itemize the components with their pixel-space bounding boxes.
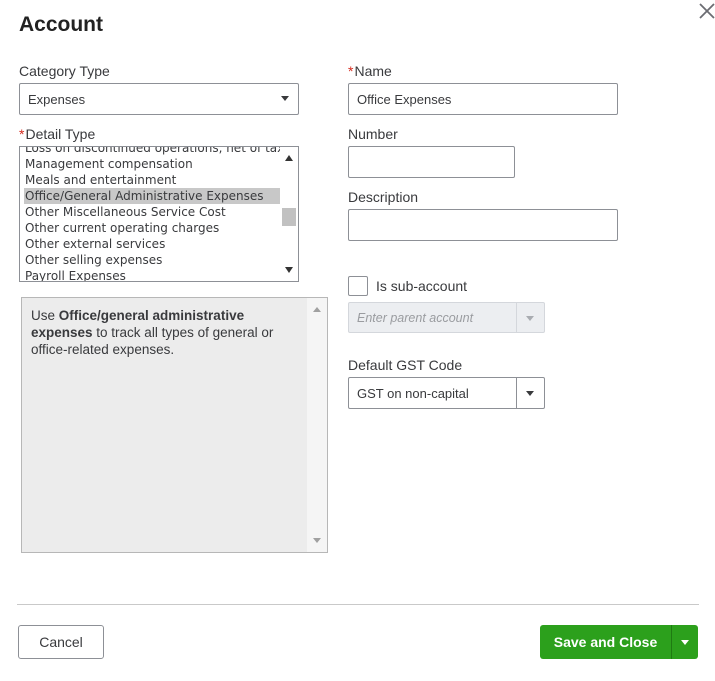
gst-code-value: GST on non-capital: [357, 386, 469, 401]
detail-type-scrollbar[interactable]: [280, 147, 298, 281]
number-field[interactable]: [348, 146, 515, 178]
gst-code-select[interactable]: GST on non-capital: [348, 377, 545, 409]
name-field[interactable]: Office Expenses: [348, 83, 618, 115]
detail-type-option[interactable]: Management compensation: [24, 156, 298, 172]
save-options-button[interactable]: [671, 625, 698, 659]
subaccount-checkbox[interactable]: [348, 276, 368, 296]
detail-type-option-label: Other current operating charges: [25, 221, 220, 235]
description-field[interactable]: [348, 209, 618, 241]
detail-type-option[interactable]: Loss on discontinued operations, net of …: [24, 146, 298, 156]
chevron-down-icon: [681, 640, 689, 645]
category-type-select[interactable]: Expenses: [19, 83, 299, 115]
name-label: *Name: [348, 63, 392, 79]
footer-divider: [17, 604, 699, 605]
detail-type-option[interactable]: Meals and entertainment: [24, 172, 298, 188]
detail-type-option-label: Other Miscellaneous Service Cost: [25, 205, 226, 219]
close-icon[interactable]: [696, 0, 715, 22]
name-value: Office Expenses: [357, 92, 452, 107]
scroll-down-icon[interactable]: [285, 267, 293, 273]
dialog-title: Account: [19, 13, 103, 36]
scrollbar-thumb[interactable]: [282, 208, 296, 226]
detail-type-option[interactable]: Office/General Administrative Expenses: [24, 188, 298, 204]
detail-type-option[interactable]: Other selling expenses: [24, 252, 298, 268]
description-scrollbar[interactable]: [307, 298, 327, 552]
detail-type-option[interactable]: Other external services: [24, 236, 298, 252]
category-type-value: Expenses: [28, 92, 86, 107]
parent-account-placeholder: Enter parent account: [357, 311, 474, 325]
detail-type-option-label: Loss on discontinued operations, net of …: [25, 146, 285, 155]
detail-type-option-label: Other selling expenses: [25, 253, 163, 267]
detail-type-option-label: Meals and entertainment: [25, 173, 177, 187]
detail-type-option[interactable]: Other Miscellaneous Service Cost: [24, 204, 298, 220]
save-and-close-button[interactable]: Save and Close: [540, 625, 671, 659]
gst-code-label: Default GST Code: [348, 357, 463, 373]
chevron-down-icon: [526, 316, 534, 321]
cancel-button[interactable]: Cancel: [18, 625, 104, 659]
detail-type-option[interactable]: Other current operating charges: [24, 220, 298, 236]
description-label: Description: [348, 189, 419, 205]
detail-type-option[interactable]: Payroll Expenses: [24, 268, 298, 282]
scroll-up-icon[interactable]: [285, 155, 293, 161]
detail-type-description-box: Use Office/general administrative expens…: [21, 297, 328, 553]
scroll-up-icon[interactable]: [313, 307, 321, 312]
detail-type-option-label: Other external services: [25, 237, 166, 251]
chevron-down-icon: [281, 96, 289, 101]
chevron-down-icon[interactable]: [526, 391, 534, 396]
detail-type-option-label: Management compensation: [25, 157, 193, 171]
scroll-down-icon[interactable]: [313, 538, 321, 543]
number-label: Number: [348, 126, 398, 142]
parent-account-select: Enter parent account: [348, 302, 545, 333]
detail-type-label: *Detail Type: [19, 126, 96, 142]
subaccount-label[interactable]: Is sub-account: [376, 278, 467, 294]
category-type-label: Category Type: [19, 63, 110, 79]
detail-type-option-label: Office/General Administrative Expenses: [25, 189, 264, 203]
detail-type-listbox[interactable]: Loss on discontinued operations, net of …: [19, 146, 299, 282]
detail-type-description: Use Office/general administrative expens…: [31, 308, 274, 357]
detail-type-option-label: Payroll Expenses: [25, 269, 126, 282]
